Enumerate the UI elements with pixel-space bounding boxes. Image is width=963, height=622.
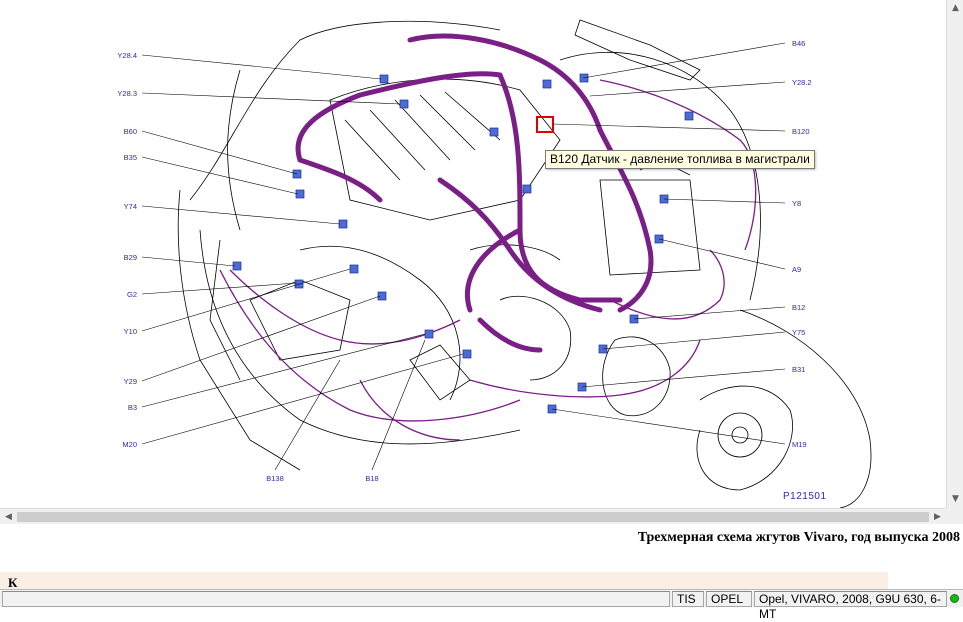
b120-highlight[interactable] [536, 116, 554, 133]
status-vehicle: Opel, VIVARO, 2008, G9U 630, 6-MT [754, 591, 947, 621]
horizontal-scroll-thumb[interactable] [17, 512, 929, 522]
status-app: TIS [672, 591, 704, 607]
connection-status-icon [950, 594, 959, 603]
label-y8[interactable]: Y8 [792, 199, 801, 208]
label-y29[interactable]: Y29 [124, 377, 137, 386]
vertical-scroll-track[interactable] [951, 17, 960, 491]
status-bar: TIS OPEL Opel, VIVARO, 2008, G9U 630, 6-… [0, 589, 963, 621]
scroll-left-arrow-icon[interactable]: ◀ [0, 509, 17, 525]
label-b12[interactable]: B12 [792, 303, 805, 312]
vertical-scrollbar[interactable]: ▲ ▼ [946, 0, 963, 508]
next-section-heading: К [0, 572, 888, 590]
diagram-viewer: Y28.4 Y28.3 B60 B35 Y74 B29 G2 Y10 Y29 B… [0, 0, 963, 524]
label-b46[interactable]: B46 [792, 39, 805, 48]
wiring-harness [295, 33, 654, 353]
label-y28-4[interactable]: Y28.4 [117, 51, 137, 60]
label-b3[interactable]: B3 [128, 403, 137, 412]
connectors [232, 73, 694, 414]
label-y75[interactable]: Y75 [792, 328, 805, 337]
label-b31[interactable]: B31 [792, 365, 805, 374]
label-m19[interactable]: M19 [792, 440, 807, 449]
label-b60[interactable]: B60 [124, 127, 137, 136]
figure-reference: P121501 [783, 491, 827, 502]
label-b18[interactable]: B18 [365, 474, 378, 483]
label-g2[interactable]: G2 [127, 290, 137, 299]
leader-lines [141, 42, 786, 471]
scroll-right-arrow-icon[interactable]: ▶ [929, 509, 946, 525]
label-b138[interactable]: B138 [266, 474, 284, 483]
component-tooltip: B120 Датчик - давление топлива в магистр… [545, 150, 815, 169]
label-y28-3[interactable]: Y28.3 [117, 89, 137, 98]
label-a9[interactable]: A9 [792, 265, 801, 274]
scroll-down-arrow-icon[interactable]: ▼ [947, 491, 963, 507]
scroll-up-arrow-icon[interactable]: ▲ [947, 0, 963, 16]
label-y28-2[interactable]: Y28.2 [792, 78, 812, 87]
status-brand: OPEL [706, 591, 752, 607]
figure-caption: Трехмерная схема жгутов Vivaro, год выпу… [637, 530, 960, 545]
label-b35[interactable]: B35 [124, 153, 137, 162]
label-y10[interactable]: Y10 [124, 327, 137, 336]
label-m20[interactable]: M20 [122, 440, 137, 449]
label-y74[interactable]: Y74 [124, 202, 137, 211]
status-message [2, 591, 670, 607]
harness-diagram: Y28.4 Y28.3 B60 B35 Y74 B29 G2 Y10 Y29 B… [117, 19, 872, 508]
horizontal-scrollbar[interactable]: ◀ ▶ [0, 508, 946, 524]
label-b120[interactable]: B120 [792, 127, 810, 136]
scrollbar-corner [946, 508, 963, 524]
label-b29[interactable]: B29 [124, 253, 137, 262]
